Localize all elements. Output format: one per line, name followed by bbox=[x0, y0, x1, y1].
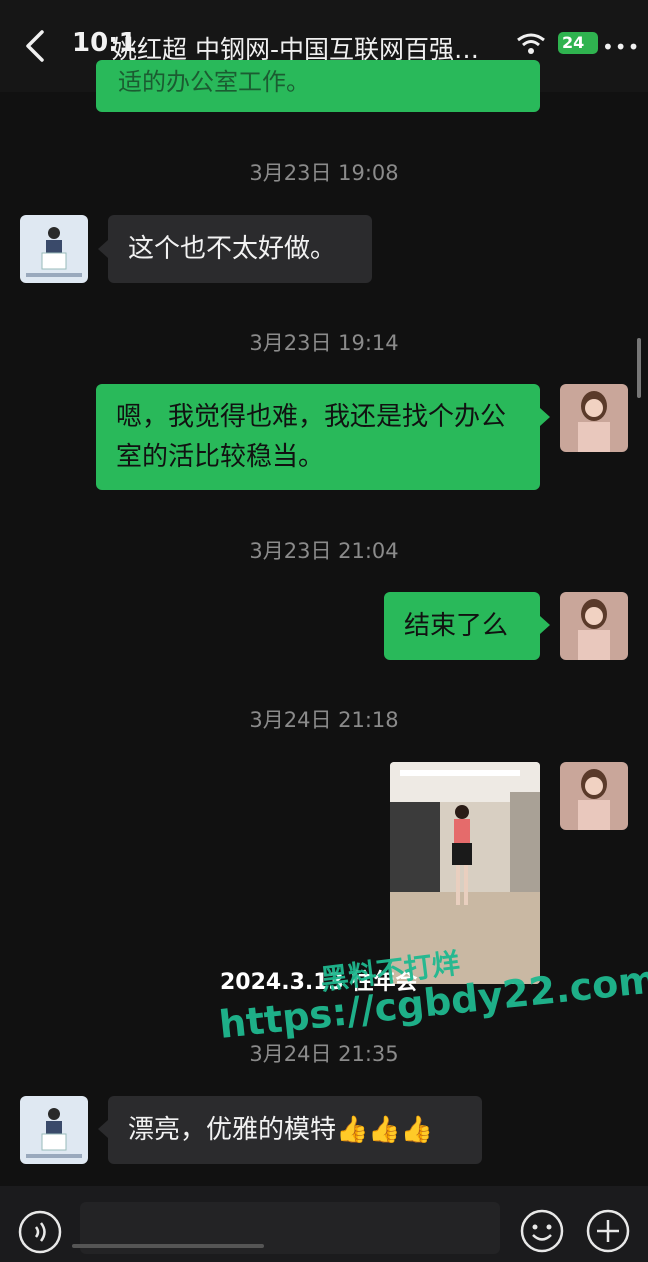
bubble-tail bbox=[540, 408, 550, 426]
message-bubble-incoming[interactable]: 这个也不太好做。 bbox=[108, 215, 372, 283]
contact-avatar[interactable] bbox=[20, 215, 88, 283]
timestamp: 3月23日 21:04 bbox=[249, 539, 399, 563]
emoji-icon[interactable] bbox=[519, 1208, 565, 1254]
user-avatar[interactable] bbox=[560, 762, 628, 830]
message-bubble-outgoing[interactable]: 嗯，我觉得也难，我还是找个办公室的活比较稳当。 bbox=[96, 384, 540, 490]
battery-icon: 24 bbox=[558, 32, 598, 54]
scrollbar[interactable] bbox=[637, 338, 641, 398]
bubble-tail bbox=[98, 1120, 108, 1138]
timestamp: 3月23日 19:08 bbox=[249, 161, 399, 185]
previous-message-text: 适的办公室工作。 bbox=[118, 68, 310, 96]
bubble-tail bbox=[540, 616, 550, 634]
timestamp: 3月24日 21:35 bbox=[249, 1042, 399, 1066]
wifi-icon bbox=[517, 33, 545, 54]
bubble-tail bbox=[98, 240, 108, 258]
plus-icon[interactable] bbox=[585, 1208, 631, 1254]
user-avatar[interactable] bbox=[560, 384, 628, 452]
timestamp: 3月23日 19:14 bbox=[249, 331, 399, 355]
back-icon[interactable] bbox=[22, 28, 50, 64]
message-bubble-outgoing[interactable]: 结束了么 bbox=[384, 592, 540, 660]
home-indicator bbox=[72, 1244, 264, 1248]
voice-icon[interactable] bbox=[18, 1210, 62, 1254]
message-bubble-incoming[interactable]: 漂亮，优雅的模特👍👍👍 bbox=[108, 1096, 482, 1164]
contact-avatar[interactable] bbox=[20, 1096, 88, 1164]
more-options-icon[interactable]: ••• bbox=[602, 35, 640, 59]
user-avatar[interactable] bbox=[560, 592, 628, 660]
timestamp: 3月24日 21:18 bbox=[249, 708, 399, 732]
